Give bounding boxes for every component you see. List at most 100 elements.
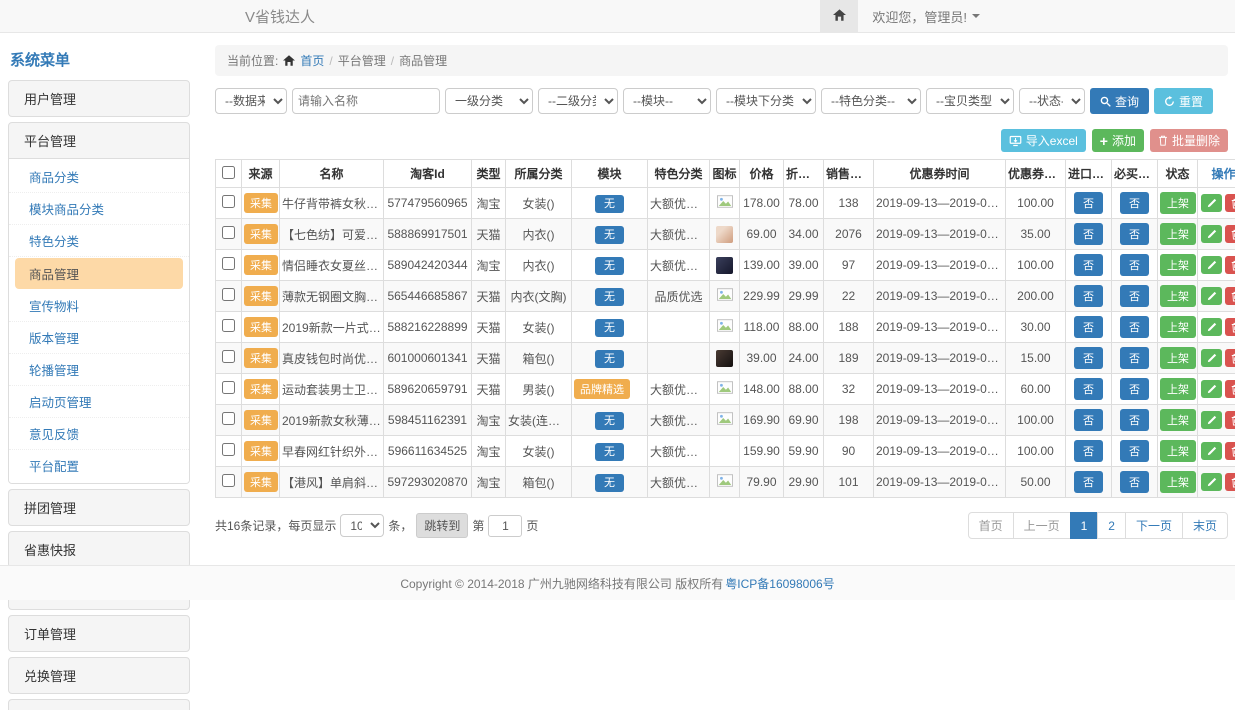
must-buy-toggle[interactable]: 否 (1120, 347, 1149, 369)
delete-button[interactable] (1225, 349, 1235, 367)
page-button-0[interactable]: 首页 (968, 512, 1014, 539)
reset-button[interactable]: 重置 (1154, 88, 1213, 114)
sidebar-subitem-8[interactable]: 意见反馈 (9, 418, 189, 450)
import-select-toggle[interactable]: 否 (1074, 409, 1103, 431)
sidebar-item-3[interactable]: 省惠快报 (9, 532, 189, 567)
item-type-select[interactable]: --宝贝类型-- (926, 88, 1014, 114)
edit-button[interactable] (1201, 194, 1222, 212)
must-buy-toggle[interactable]: 否 (1120, 378, 1149, 400)
delete-button[interactable] (1225, 256, 1235, 274)
import-select-toggle[interactable]: 否 (1074, 223, 1103, 245)
module-subcategory-select[interactable]: --模块下分类-- (716, 88, 816, 114)
edit-button[interactable] (1201, 225, 1222, 243)
sidebar-item-7[interactable]: 提现管理 (9, 700, 189, 710)
page-number-input[interactable] (488, 515, 522, 537)
page-button-4[interactable]: 下一页 (1125, 512, 1183, 539)
jump-to-button[interactable]: 跳转到 (416, 513, 468, 538)
page-button-1[interactable]: 上一页 (1013, 512, 1071, 539)
row-checkbox[interactable] (222, 412, 235, 425)
import-select-toggle[interactable]: 否 (1074, 316, 1103, 338)
source-filter-select[interactable]: --数据来源-- (215, 88, 287, 114)
import-select-toggle[interactable]: 否 (1074, 378, 1103, 400)
sidebar-subitem-7[interactable]: 启动页管理 (9, 386, 189, 418)
must-buy-toggle[interactable]: 否 (1120, 409, 1149, 431)
row-checkbox[interactable] (222, 350, 235, 363)
must-buy-toggle[interactable]: 否 (1120, 254, 1149, 276)
status-button[interactable]: 上架 (1160, 347, 1196, 369)
sidebar-subitem-9[interactable]: 平台配置 (9, 450, 189, 481)
page-button-5[interactable]: 末页 (1182, 512, 1228, 539)
delete-button[interactable] (1225, 473, 1235, 491)
delete-button[interactable] (1225, 287, 1235, 305)
status-button[interactable]: 上架 (1160, 192, 1196, 214)
user-menu[interactable]: 欢迎您，管理员! (872, 7, 980, 26)
page-button-3[interactable]: 2 (1097, 512, 1126, 539)
home-button[interactable] (820, 0, 858, 32)
per-page-select[interactable]: 10 (340, 514, 384, 537)
edit-button[interactable] (1201, 473, 1222, 491)
import-select-toggle[interactable]: 否 (1074, 471, 1103, 493)
must-buy-toggle[interactable]: 否 (1120, 440, 1149, 462)
sidebar-subitem-1[interactable]: 模块商品分类 (9, 193, 189, 225)
icp-link[interactable]: 粤ICP备16098006号 (725, 575, 834, 592)
delete-button[interactable] (1225, 318, 1235, 336)
status-button[interactable]: 上架 (1160, 254, 1196, 276)
edit-button[interactable] (1201, 318, 1222, 336)
must-buy-toggle[interactable]: 否 (1120, 316, 1149, 338)
delete-button[interactable] (1225, 442, 1235, 460)
edit-button[interactable] (1201, 380, 1222, 398)
edit-button[interactable] (1201, 442, 1222, 460)
row-checkbox[interactable] (222, 288, 235, 301)
page-button-2[interactable]: 1 (1070, 512, 1099, 539)
module-select[interactable]: --模块-- (623, 88, 711, 114)
edit-button[interactable] (1201, 287, 1222, 305)
sidebar-item-6[interactable]: 兑换管理 (9, 658, 189, 693)
sidebar-item-2[interactable]: 拼团管理 (9, 490, 189, 525)
edit-button[interactable] (1201, 411, 1222, 429)
row-checkbox[interactable] (222, 319, 235, 332)
delete-button[interactable] (1225, 411, 1235, 429)
status-button[interactable]: 上架 (1160, 285, 1196, 307)
import-excel-button[interactable]: 导入excel (1001, 129, 1086, 152)
breadcrumb-home-link[interactable]: 首页 (300, 52, 324, 69)
must-buy-toggle[interactable]: 否 (1120, 223, 1149, 245)
status-button[interactable]: 上架 (1160, 378, 1196, 400)
delete-button[interactable] (1225, 225, 1235, 243)
sidebar-item-0[interactable]: 用户管理 (9, 81, 189, 116)
sidebar-subitem-4[interactable]: 宣传物料 (9, 290, 189, 322)
row-checkbox[interactable] (222, 381, 235, 394)
select-all-checkbox[interactable] (222, 166, 235, 179)
edit-button[interactable] (1201, 256, 1222, 274)
feature-category-select[interactable]: --特色分类-- (821, 88, 921, 114)
name-search-input[interactable] (292, 88, 440, 114)
sidebar-subitem-6[interactable]: 轮播管理 (9, 354, 189, 386)
add-button[interactable]: + 添加 (1092, 129, 1144, 152)
delete-button[interactable] (1225, 380, 1235, 398)
status-button[interactable]: 上架 (1160, 316, 1196, 338)
row-checkbox[interactable] (222, 443, 235, 456)
must-buy-toggle[interactable]: 否 (1120, 471, 1149, 493)
edit-button[interactable] (1201, 349, 1222, 367)
import-select-toggle[interactable]: 否 (1074, 192, 1103, 214)
status-button[interactable]: 上架 (1160, 440, 1196, 462)
search-button[interactable]: 查询 (1090, 88, 1149, 114)
import-select-toggle[interactable]: 否 (1074, 254, 1103, 276)
sidebar-item-1[interactable]: 平台管理 (9, 123, 189, 158)
sidebar-item-5[interactable]: 订单管理 (9, 616, 189, 651)
level1-category-select[interactable]: 一级分类 (445, 88, 533, 114)
row-checkbox[interactable] (222, 195, 235, 208)
level2-category-select[interactable]: --二级分类-- (538, 88, 618, 114)
row-checkbox[interactable] (222, 474, 235, 487)
must-buy-toggle[interactable]: 否 (1120, 285, 1149, 307)
status-button[interactable]: 上架 (1160, 409, 1196, 431)
status-select[interactable]: --状态-- (1019, 88, 1085, 114)
delete-button[interactable] (1225, 194, 1235, 212)
import-select-toggle[interactable]: 否 (1074, 440, 1103, 462)
sidebar-subitem-0[interactable]: 商品分类 (9, 161, 189, 193)
row-checkbox[interactable] (222, 257, 235, 270)
batch-delete-button[interactable]: 批量删除 (1150, 129, 1228, 152)
must-buy-toggle[interactable]: 否 (1120, 192, 1149, 214)
import-select-toggle[interactable]: 否 (1074, 347, 1103, 369)
row-checkbox[interactable] (222, 226, 235, 239)
import-select-toggle[interactable]: 否 (1074, 285, 1103, 307)
